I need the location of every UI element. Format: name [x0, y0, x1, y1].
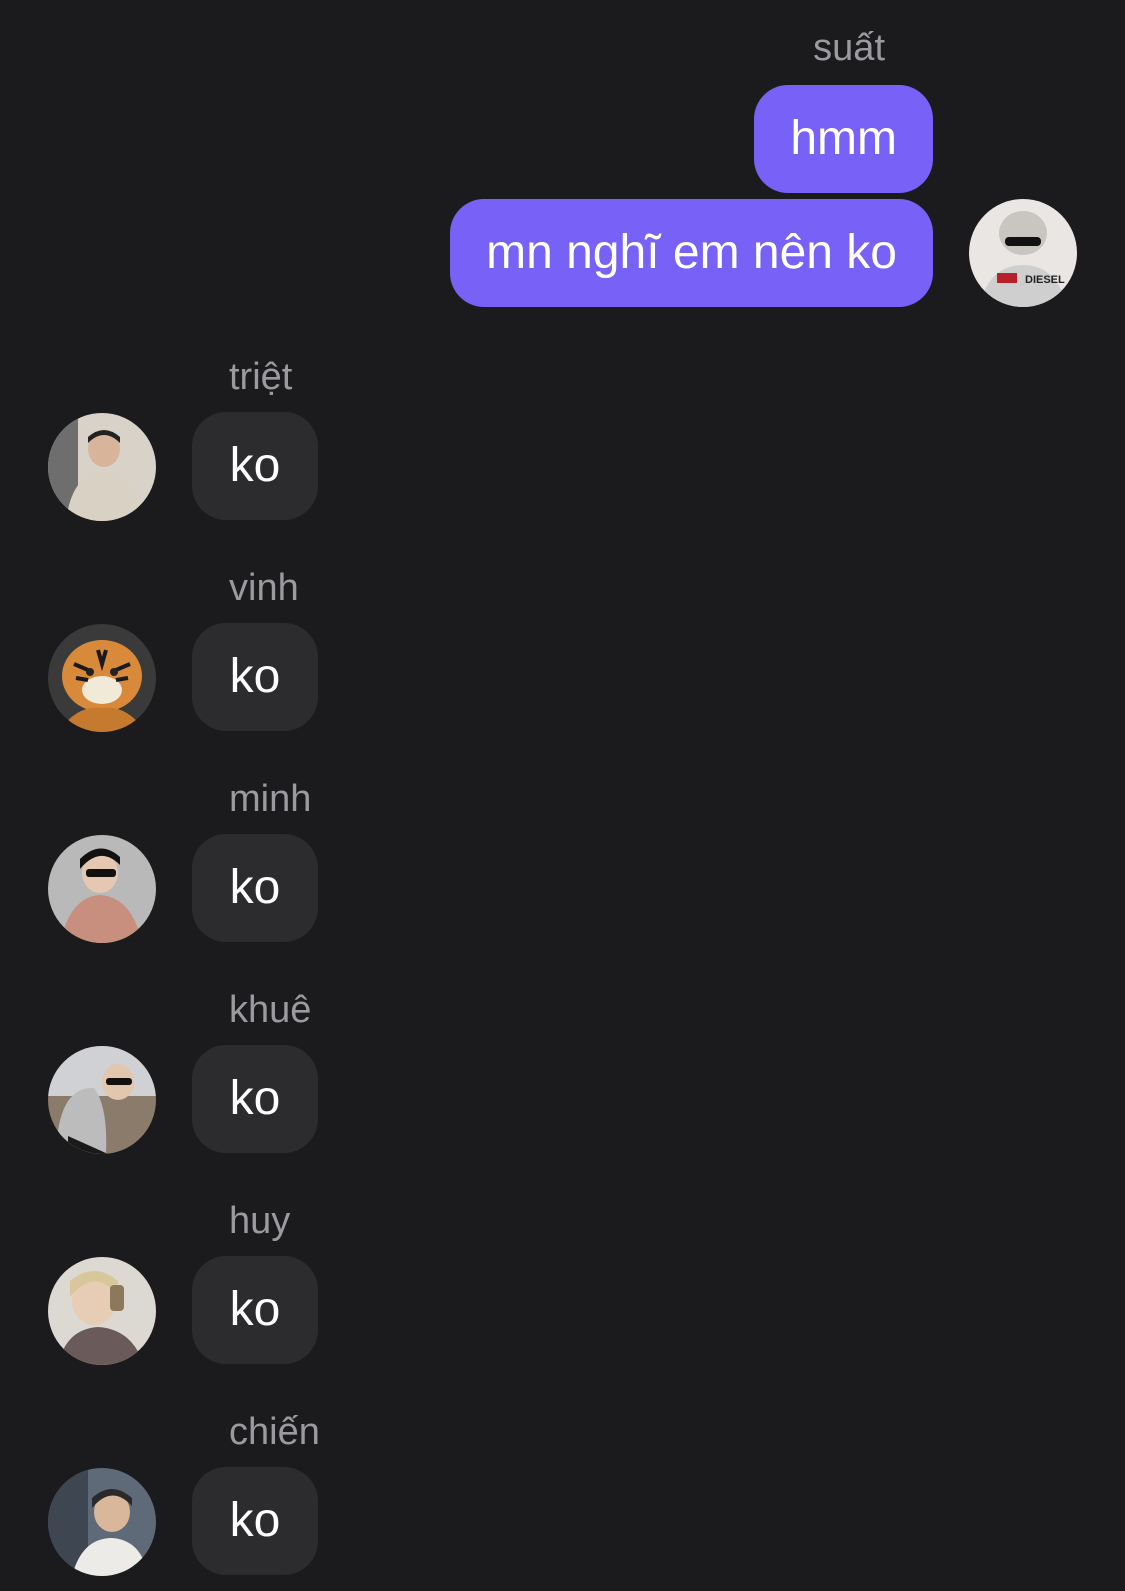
incoming-message-bubble[interactable]: ko	[192, 834, 318, 942]
incoming-message-bubble[interactable]: ko	[192, 1467, 318, 1575]
incoming-sender-name: minh	[229, 778, 312, 820]
incoming-message-bubble[interactable]: ko	[192, 623, 318, 731]
incoming-sender-name: huy	[229, 1200, 291, 1242]
outgoing-message-bubble[interactable]: mn nghĩ em nên ko	[450, 199, 933, 307]
user-avatar-vinh-tiger-icon[interactable]	[48, 624, 156, 732]
user-avatar-suat-icon[interactable]: DIESEL	[969, 199, 1077, 307]
user-avatar-khue-icon[interactable]	[48, 1046, 156, 1154]
user-avatar-chien-icon[interactable]	[48, 1468, 156, 1576]
outgoing-sender-name: suất	[813, 27, 885, 69]
user-avatar-triet-icon[interactable]	[48, 413, 156, 521]
incoming-message-bubble[interactable]: ko	[192, 412, 318, 520]
incoming-message-bubble[interactable]: ko	[192, 1256, 318, 1364]
outgoing-message-bubble[interactable]: hmm	[754, 85, 933, 193]
chat-thread: suất hmm mn nghĩ em nên ko DIESEL triệt …	[0, 0, 1125, 1591]
incoming-sender-name: khuê	[229, 989, 312, 1031]
user-avatar-huy-icon[interactable]	[48, 1257, 156, 1365]
svg-text:DIESEL: DIESEL	[1025, 274, 1065, 286]
user-avatar-minh-icon[interactable]	[48, 835, 156, 943]
incoming-sender-name: vinh	[229, 567, 299, 609]
incoming-sender-name: triệt	[229, 356, 293, 398]
incoming-message-bubble[interactable]: ko	[192, 1045, 318, 1153]
incoming-sender-name: chiến	[229, 1411, 320, 1453]
